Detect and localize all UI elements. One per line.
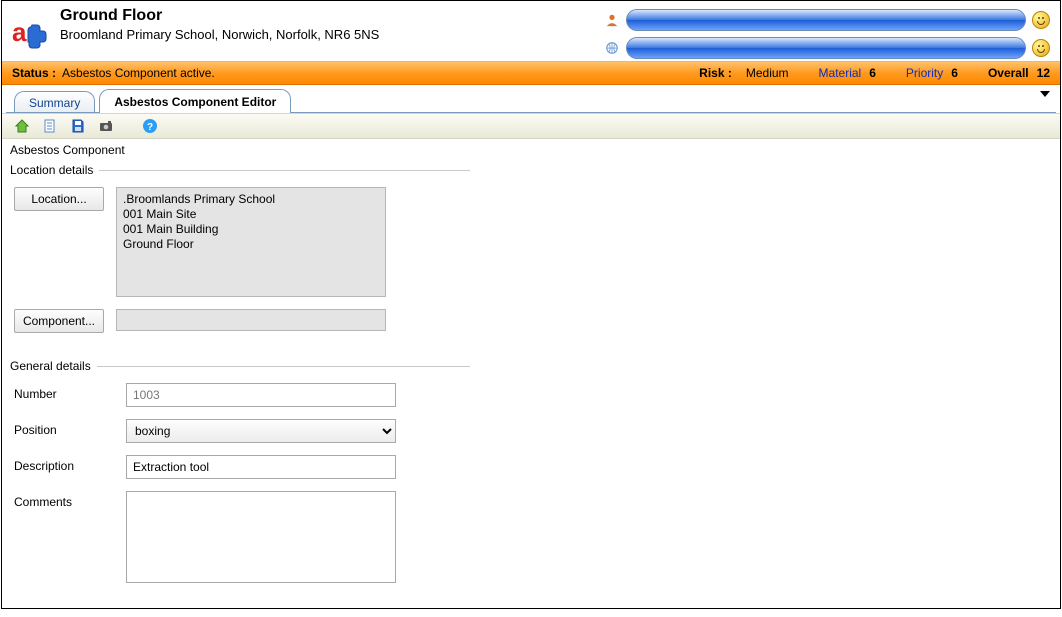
location-picker-button[interactable]: Location... [14, 187, 104, 211]
component-picker-button[interactable]: Component... [14, 309, 104, 333]
save-button[interactable] [68, 116, 88, 136]
globe-icon [604, 40, 620, 56]
material-label: Material [819, 66, 862, 80]
app-logo: a [8, 9, 52, 53]
priority-value: 6 [951, 66, 958, 80]
status-bar: Status : Asbestos Component active. Risk… [2, 61, 1060, 85]
smiley-icon[interactable] [1032, 39, 1050, 57]
location-display [116, 187, 386, 297]
status-label: Status : [12, 66, 56, 80]
user-icon [604, 12, 620, 28]
general-details-legend: General details [10, 359, 97, 373]
risk-label: Risk : [699, 66, 732, 80]
risk-value: Medium [746, 66, 789, 80]
position-label: Position [14, 419, 114, 437]
overall-value: 12 [1037, 66, 1050, 80]
position-select[interactable]: boxing [126, 419, 396, 443]
tab-strip: Summary Asbestos Component Editor [2, 85, 1060, 113]
section-title: Asbestos Component [10, 143, 1052, 157]
svg-text:a: a [12, 17, 27, 47]
number-field [126, 383, 396, 407]
tab-asbestos-editor[interactable]: Asbestos Component Editor [99, 89, 291, 113]
location-details-legend: Location details [10, 163, 99, 177]
priority-label: Priority [906, 66, 943, 80]
form-area: Asbestos Component Location details Loca… [2, 139, 1060, 617]
description-field[interactable] [126, 455, 396, 479]
comments-label: Comments [14, 491, 114, 509]
location-details-group: Location details Location... Component..… [10, 163, 470, 345]
help-button[interactable]: ? [140, 116, 160, 136]
comments-field[interactable] [126, 491, 396, 583]
home-button[interactable] [12, 116, 32, 136]
camera-button[interactable] [96, 116, 116, 136]
tab-summary[interactable]: Summary [14, 91, 95, 113]
smiley-icon[interactable] [1032, 11, 1050, 29]
component-display [116, 309, 386, 331]
svg-text:?: ? [147, 122, 153, 133]
tab-overflow-arrow[interactable] [1040, 91, 1050, 97]
page-title: Ground Floor [60, 7, 379, 25]
location-search-input[interactable] [626, 37, 1026, 59]
new-button[interactable] [40, 116, 60, 136]
overall-label: Overall [988, 66, 1029, 80]
editor-toolbar: ? [2, 113, 1060, 139]
status-text: Asbestos Component active. [62, 66, 215, 80]
page-subtitle: Broomland Primary School, Norwich, Norfo… [60, 27, 379, 42]
material-value: 6 [869, 66, 876, 80]
description-label: Description [14, 455, 114, 473]
user-search-input[interactable] [626, 9, 1026, 31]
general-details-group: General details Number Position boxing D… [10, 359, 470, 595]
number-label: Number [14, 383, 114, 401]
app-header: a Ground Floor Broomland Primary School,… [2, 1, 1060, 61]
